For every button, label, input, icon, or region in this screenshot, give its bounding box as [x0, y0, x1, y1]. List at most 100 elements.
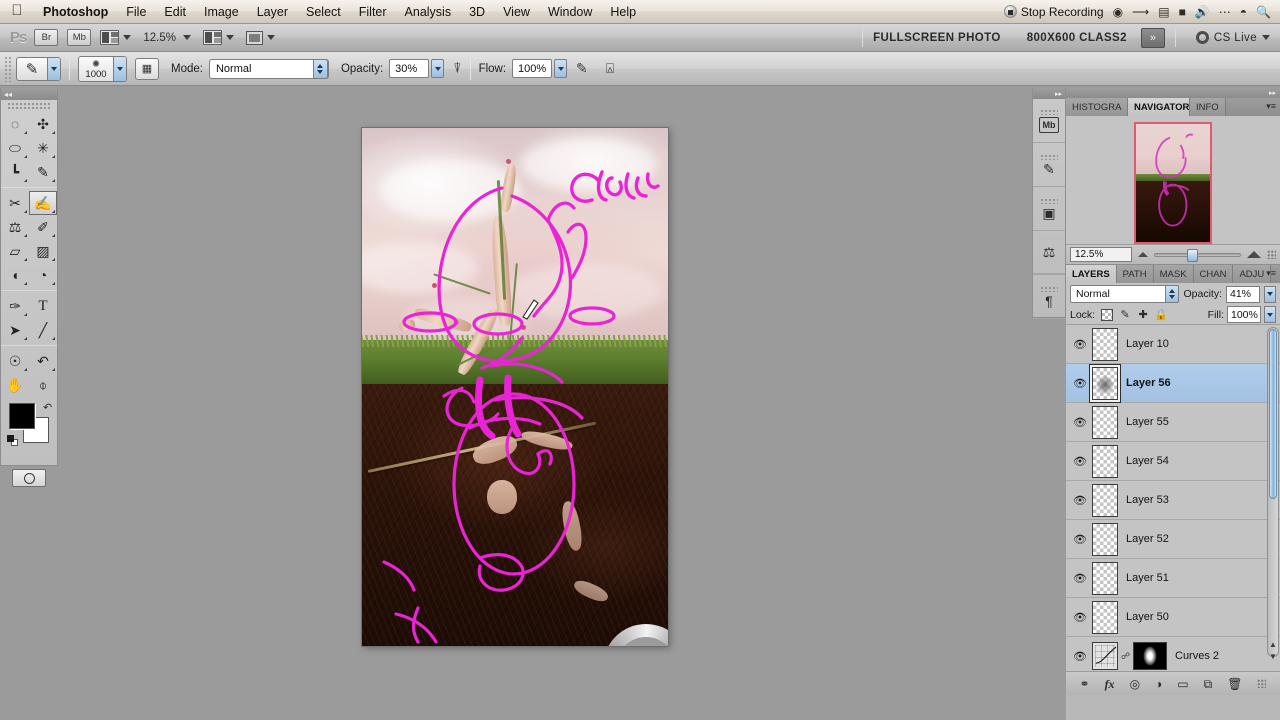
new-group-button[interactable]: ▭ [1177, 678, 1188, 690]
menu-select[interactable]: Select [297, 0, 350, 24]
layer-visibility-icon[interactable]: 👁 [1068, 572, 1092, 585]
layer-visibility-icon[interactable]: 👁 [1068, 494, 1092, 507]
view-extras-group[interactable] [100, 30, 132, 45]
table-row[interactable]: 👁 Layer 56 [1066, 364, 1280, 403]
clone-stamp-tool[interactable]: ⚖ [1, 215, 29, 239]
new-adjustment-layer-button[interactable]: ◑ [1155, 678, 1162, 690]
brush-panel-button[interactable]: ✎ [1033, 143, 1065, 187]
tab-info[interactable]: INFO [1190, 98, 1226, 116]
tab-paths[interactable]: PATH [1116, 265, 1154, 283]
mini-bridge-panel-button[interactable]: Mb [1033, 99, 1065, 143]
move-tool[interactable]: ✣ [29, 112, 57, 136]
opacity-input[interactable]: 30% [389, 59, 430, 78]
gradient-tool[interactable]: ▨ [29, 239, 57, 263]
launch-mini-bridge-button[interactable]: Mb [67, 29, 92, 46]
eyedropper-tool[interactable]: ✎ [29, 160, 57, 184]
navigator-preview[interactable] [1066, 116, 1280, 244]
crop-tool[interactable]: ┗ [1, 160, 29, 184]
spotlight-search-icon[interactable]: 🔍 [1256, 6, 1271, 18]
slider-knob[interactable] [1187, 248, 1199, 262]
table-row[interactable]: 👁 Layer 51 [1066, 559, 1280, 598]
panel-dock-collapse-button[interactable]: ▸▸ [1066, 88, 1280, 98]
dropbox-icon[interactable]: ◉ [1113, 6, 1123, 18]
clone-source-panel-button[interactable]: ▣ [1033, 187, 1065, 231]
delete-layer-button[interactable]: 🗑 [1227, 678, 1242, 690]
layer-mask-thumbnail[interactable] [1133, 642, 1167, 670]
menu-window[interactable]: Window [539, 0, 601, 24]
table-row[interactable]: 👁 Layer 53 [1066, 481, 1280, 520]
scroll-up-icon[interactable]: ▲ [1268, 640, 1278, 649]
blend-mode-select[interactable]: Normal [208, 58, 329, 79]
pen-tool[interactable]: ✑ [1, 294, 29, 318]
airbrush-icon[interactable]: ⍓ [606, 60, 614, 77]
adjustment-layer-thumbnail[interactable] [1092, 642, 1118, 670]
paragraph-panel-button[interactable]: ¶ [1033, 275, 1065, 319]
menu-filter[interactable]: Filter [350, 0, 396, 24]
menu-file[interactable]: File [117, 0, 155, 24]
menu-photoshop[interactable]: Photoshop [34, 0, 117, 24]
pressure-flow-icon[interactable]: ✎ [576, 60, 588, 77]
bluetooth-icon[interactable]: ⋯ [1219, 6, 1231, 18]
brush-tool[interactable]: ✍ [29, 191, 57, 215]
tool-presets-panel-button[interactable]: ⚖ [1033, 231, 1065, 275]
panel-resizer[interactable] [1257, 679, 1267, 688]
3d-orbit-tool[interactable]: ↶ [29, 349, 57, 373]
launch-bridge-button[interactable]: Br [34, 29, 59, 46]
layer-blend-mode-select[interactable]: Normal [1070, 285, 1180, 303]
brush-panel-icon[interactable]: ▦ [135, 57, 159, 80]
default-colors-icon[interactable] [7, 435, 19, 447]
lock-image-icon[interactable]: ✎ [1119, 309, 1131, 321]
add-mask-button[interactable]: ◎ [1130, 678, 1140, 690]
3d-rotate-tool[interactable]: ☉ [1, 349, 29, 373]
layer-visibility-icon[interactable]: 👁 [1068, 650, 1092, 663]
table-row[interactable]: 👁 Layer 54 [1066, 442, 1280, 481]
scrollbar-thumb[interactable] [1269, 329, 1277, 499]
battery-icon[interactable]: ■ [1179, 6, 1186, 18]
menu-3d[interactable]: 3D [460, 0, 494, 24]
menu-edit[interactable]: Edit [155, 0, 195, 24]
new-layer-button[interactable]: ⧉ [1204, 678, 1213, 690]
opacity-dropdown-icon[interactable] [431, 59, 445, 78]
menu-layer[interactable]: Layer [248, 0, 297, 24]
layer-thumbnail[interactable] [1092, 405, 1118, 439]
tab-channels[interactable]: CHAN [1193, 265, 1234, 283]
dodge-tool[interactable]: ◔ [29, 263, 57, 287]
panel-menu-icon[interactable]: ▾≡ [1266, 268, 1276, 279]
wifi-icon[interactable]: ◓ [1240, 6, 1247, 18]
path-selection-tool[interactable]: ➤ [1, 318, 29, 342]
workspace-fullscreen-photo[interactable]: FULLSCREEN PHOTO [873, 32, 1001, 44]
quick-mask-icon[interactable] [12, 469, 46, 487]
layer-thumbnail[interactable] [1092, 483, 1118, 517]
layer-thumbnail[interactable] [1092, 600, 1118, 634]
tool-preset-picker[interactable]: ✎ [16, 56, 61, 81]
quick-selection-tool[interactable]: ✳ [29, 136, 57, 160]
lock-all-icon[interactable]: 🔒 [1154, 309, 1168, 321]
canvas-area[interactable]: M [58, 86, 1032, 720]
tab-layers[interactable]: LAYERS [1066, 265, 1117, 283]
layer-thumbnail[interactable] [1092, 444, 1118, 478]
cs-live-button[interactable]: CS Live [1195, 31, 1270, 44]
layer-opacity-input[interactable]: 41% [1226, 285, 1260, 303]
options-bar-grip[interactable] [4, 55, 12, 82]
link-layers-button[interactable]: ⚭ [1080, 678, 1090, 690]
marquee-tool[interactable]: ◌ [1, 112, 29, 136]
display-icon[interactable]: ▤ [1158, 6, 1169, 18]
eraser-tool[interactable]: ▱ [1, 239, 29, 263]
hand-tool[interactable]: ✋ [1, 373, 29, 397]
line-shape-tool[interactable]: ╱ [29, 318, 57, 342]
menu-view[interactable]: View [494, 0, 539, 24]
panel-resizer[interactable] [1267, 250, 1276, 259]
workspace-800x600-class2[interactable]: 800X600 CLASS2 [1027, 32, 1127, 44]
layer-list[interactable]: 👁 Layer 10 👁 Layer 56 👁 Layer 55 👁 Layer… [1066, 325, 1280, 671]
workspace-overflow-button[interactable]: » [1140, 27, 1165, 48]
lock-transparency-icon[interactable] [1101, 308, 1114, 321]
layer-list-scrollbar[interactable] [1267, 327, 1279, 657]
layer-visibility-icon[interactable]: 👁 [1068, 611, 1092, 624]
dock-expand-button[interactable]: ▸▸ [1033, 88, 1065, 99]
screen-mode-group[interactable] [245, 30, 275, 45]
layer-fill-dropdown-icon[interactable] [1264, 306, 1276, 323]
layer-visibility-icon[interactable]: 👁 [1068, 533, 1092, 546]
toolbox-collapse-button[interactable]: ◂◂ [1, 88, 57, 100]
blur-tool[interactable]: ◖ [1, 263, 29, 287]
layer-visibility-icon[interactable]: 👁 [1068, 455, 1092, 468]
